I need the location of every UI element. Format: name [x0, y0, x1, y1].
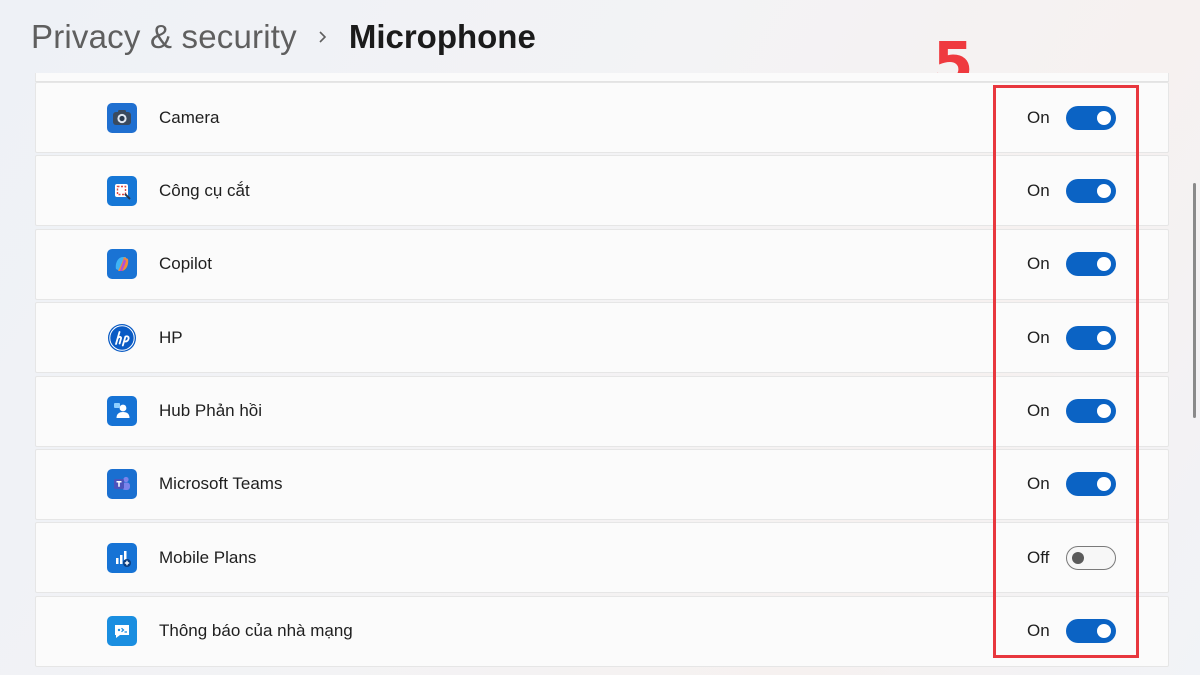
feedback-hub-icon [107, 396, 137, 427]
app-row-carrier-messages: Thông báo của nhà mạng On [35, 595, 1169, 667]
mobile-plans-icon [107, 542, 137, 573]
carrier-messages-icon [107, 616, 137, 647]
feedback-hub-microphone-toggle[interactable] [1066, 399, 1116, 424]
carrier-messages-microphone-toggle[interactable] [1066, 619, 1116, 644]
teams-microphone-toggle[interactable] [1066, 472, 1116, 497]
breadcrumb-parent-link[interactable]: Privacy & security [31, 18, 297, 56]
toggle-state-label: On [1027, 621, 1050, 641]
toggle-knob [1097, 477, 1111, 492]
toggle-knob [1097, 624, 1111, 639]
app-name-label: Công cụ cắt [159, 180, 250, 200]
list-top-divider [35, 73, 1169, 82]
app-name-label: Microsoft Teams [159, 474, 283, 494]
toggle-state-label: On [1027, 254, 1050, 274]
app-name-label: Thông báo của nhà mạng [159, 621, 353, 641]
app-row-snipping-tool: Công cụ cắt On [35, 155, 1169, 227]
camera-app-icon [107, 102, 137, 133]
app-name-label: Mobile Plans [159, 547, 257, 567]
toggle-knob [1097, 110, 1111, 125]
hp-logo-icon [107, 323, 137, 353]
app-name-label: HP [159, 327, 183, 347]
toggle-knob [1097, 257, 1111, 272]
chevron-right-icon [297, 14, 349, 60]
teams-icon [107, 469, 137, 500]
toggle-state-label: On [1027, 327, 1050, 347]
vertical-scrollbar[interactable] [1193, 183, 1196, 418]
app-name-label: Hub Phản hồi [159, 401, 263, 421]
toggle-state-label: Off [1027, 547, 1050, 567]
snipping-tool-microphone-toggle[interactable] [1066, 178, 1116, 203]
app-row-copilot: Copilot On [35, 228, 1169, 300]
page-title: Microphone [348, 18, 536, 55]
toggle-knob [1097, 330, 1111, 345]
app-row-mobile-plans: Mobile Plans Off [35, 522, 1169, 594]
app-row-camera: Camera On [35, 82, 1169, 153]
hp-microphone-toggle[interactable] [1066, 325, 1116, 350]
toggle-state-label: On [1027, 401, 1050, 421]
camera-microphone-toggle[interactable] [1066, 105, 1116, 130]
copilot-microphone-toggle[interactable] [1066, 252, 1116, 277]
app-name-label: Copilot [159, 254, 212, 274]
app-permission-list: Camera On Công cụ cắt On Copilot On HP O… [35, 73, 1169, 675]
toggle-state-label: On [1027, 474, 1050, 494]
copilot-icon [107, 249, 137, 280]
app-row-microsoft-teams: Microsoft Teams On [35, 448, 1169, 520]
app-row-hp: HP On [35, 302, 1169, 374]
snipping-tool-icon [107, 175, 137, 206]
toggle-knob [1072, 551, 1084, 564]
app-row-feedback-hub: Hub Phản hồi On [35, 375, 1169, 447]
mobile-plans-microphone-toggle[interactable] [1066, 545, 1116, 570]
toggle-knob [1097, 183, 1111, 198]
toggle-knob [1097, 404, 1111, 419]
toggle-state-label: On [1027, 107, 1050, 127]
toggle-state-label: On [1027, 180, 1050, 200]
app-name-label: Camera [159, 107, 220, 127]
breadcrumb: Privacy & security Microphone [31, 14, 536, 60]
